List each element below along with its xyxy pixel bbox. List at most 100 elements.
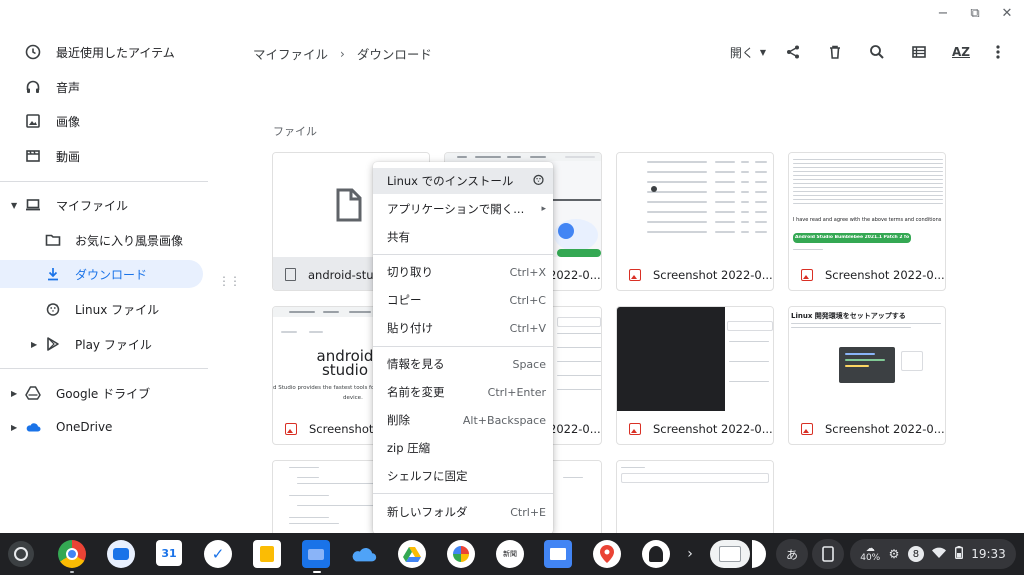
menu-item-pin-to-shelf[interactable]: シェルフに固定 — [373, 463, 553, 489]
news-app-icon[interactable]: 新聞 — [496, 540, 524, 568]
camera-app-icon[interactable] — [107, 540, 135, 568]
sort-button[interactable]: AZ — [940, 40, 982, 64]
breadcrumb-root[interactable]: マイファイル — [253, 44, 328, 63]
sidebar-item-linux-files[interactable]: Linux ファイル — [0, 295, 203, 323]
sidebar-item-images[interactable]: 画像 — [0, 107, 203, 135]
clock-icon — [25, 44, 41, 60]
list-view-icon — [912, 46, 926, 58]
file-card-footer: Screenshot 2022-0... — [789, 411, 945, 444]
sidebar-item-recent[interactable]: 最近使用したアイテム — [0, 38, 203, 66]
folder-icon — [45, 232, 61, 248]
phone-icon — [822, 546, 834, 562]
files-app-icon[interactable] — [302, 540, 330, 568]
open-button[interactable]: 開く ▼ — [724, 40, 772, 64]
menu-separator — [373, 254, 553, 255]
file-card[interactable]: Linux 開発環境をセットアップする Screenshot 2022-0... — [788, 306, 946, 445]
sidebar-item-google-drive[interactable]: ▶ Google ドライブ — [0, 379, 203, 407]
onedrive-app-icon[interactable] — [350, 540, 378, 568]
file-card[interactable] — [616, 460, 774, 533]
ime-indicator[interactable]: あ — [776, 539, 808, 569]
menu-item-shortcut: Ctrl+V — [509, 321, 546, 335]
delete-button[interactable] — [814, 40, 856, 64]
file-thumbnail: Linux 開発環境をセットアップする — [789, 307, 945, 411]
menu-item-paste[interactable]: 貼り付け Ctrl+V — [373, 315, 553, 341]
google-drive-app-icon[interactable] — [398, 540, 426, 568]
reader-app-icon[interactable] — [642, 540, 670, 568]
running-indicator — [313, 571, 321, 573]
battery-icon — [954, 546, 963, 562]
weather-battery-group: ☁ 40% — [860, 545, 880, 563]
menu-item-shortcut: Alt+Backspace — [462, 413, 546, 427]
thumb-terms-text: I have read and agree with the above ter… — [793, 217, 942, 223]
expand-right-icon[interactable]: ▶ — [11, 389, 17, 398]
sidebar-item-videos[interactable]: 動画 — [0, 142, 203, 170]
shelf-overflow-chevron-icon[interactable]: › — [676, 540, 704, 568]
photos-app-icon[interactable] — [447, 540, 475, 568]
status-tray[interactable]: ☁ 40% ⚙ 8 19:33 — [850, 539, 1016, 569]
file-card-footer: Screenshot 2022-0... — [617, 411, 773, 444]
menu-item-label: アプリケーションで開く... — [387, 202, 525, 216]
menu-item-copy[interactable]: コピー Ctrl+C — [373, 287, 553, 313]
tote-screenshot-icon[interactable] — [710, 540, 750, 568]
sidebar-item-downloads[interactable]: ダウンロード — [0, 260, 203, 288]
file-card[interactable]: Screenshot 2022-0... — [616, 306, 774, 445]
chevron-right-icon: › — [340, 46, 345, 61]
menu-item-rename[interactable]: 名前を変更 Ctrl+Enter — [373, 379, 553, 405]
menu-item-zip[interactable]: zip 圧縮 — [373, 435, 553, 461]
menu-item-label: コピー — [387, 293, 422, 307]
sidebar-item-my-files[interactable]: ▼ マイファイル — [0, 191, 203, 219]
sidebar-item-label: Play ファイル — [75, 337, 152, 352]
keep-app-icon[interactable] — [253, 540, 281, 568]
slides-app-icon[interactable] — [544, 540, 572, 568]
menu-item-label: 貼り付け — [387, 321, 433, 335]
section-label-files: ファイル — [273, 125, 317, 138]
phone-hub-button[interactable] — [812, 539, 844, 569]
menu-item-cut[interactable]: 切り取り Ctrl+X — [373, 259, 553, 285]
maximize-button[interactable]: ⧉ — [968, 6, 982, 21]
sidebar-item-onedrive[interactable]: ▶ OneDrive — [0, 413, 203, 441]
menu-item-get-info[interactable]: 情報を見る Space — [373, 351, 553, 377]
file-name: Screenshot 2022-0... — [825, 267, 945, 282]
menu-item-shortcut: Ctrl+Enter — [487, 385, 546, 399]
more-menu-button[interactable] — [982, 40, 1014, 64]
shelf: 31 ✓ 新聞 › あ ☁ 40% ⚙ 8 19:33 — [0, 533, 1024, 575]
tote-holding-icon[interactable] — [752, 540, 766, 568]
tasks-app-icon[interactable]: ✓ — [204, 540, 232, 568]
menu-item-delete[interactable]: 削除 Alt+Backspace — [373, 407, 553, 433]
onedrive-cloud-icon — [25, 419, 41, 435]
file-card[interactable]: Screenshot 2022-0... — [616, 152, 774, 291]
list-view-button[interactable] — [898, 40, 940, 64]
sidebar-item-label: Linux ファイル — [75, 302, 160, 317]
file-card[interactable]: I have read and agree with the above ter… — [788, 152, 946, 291]
sidebar-resize-handle[interactable]: ⋮⋮ — [218, 274, 241, 288]
menu-item-label: シェルフに固定 — [387, 469, 468, 483]
file-thumbnail — [617, 307, 773, 411]
sidebar-item-label: 画像 — [56, 114, 81, 129]
breadcrumb: マイファイル › ダウンロード — [253, 44, 432, 63]
expand-right-icon[interactable]: ▶ — [11, 423, 17, 432]
sidebar-item-label: お気に入り風景画像 — [75, 233, 184, 248]
launcher-button[interactable] — [8, 541, 34, 567]
menu-item-install-linux[interactable]: Linux でのインストール — [373, 168, 553, 194]
menu-item-share[interactable]: 共有 — [373, 224, 553, 250]
menu-item-open-with[interactable]: アプリケーションで開く... ▸ — [373, 196, 553, 222]
minimize-button[interactable]: − — [936, 6, 950, 21]
chrome-app-icon[interactable] — [58, 540, 86, 568]
menu-item-new-folder[interactable]: 新しいフォルダ Ctrl+E — [373, 499, 553, 525]
sidebar-item-favorites[interactable]: お気に入り風景画像 — [0, 226, 203, 254]
search-button[interactable] — [856, 40, 898, 64]
share-button[interactable] — [772, 40, 814, 64]
maps-app-icon[interactable] — [593, 540, 621, 568]
sidebar-item-play-files[interactable]: ▶ Play ファイル — [0, 330, 203, 358]
expand-right-icon[interactable]: ▶ — [31, 340, 37, 349]
calendar-app-icon[interactable]: 31 — [156, 540, 182, 566]
sidebar-item-audio[interactable]: 音声 — [0, 73, 203, 101]
breadcrumb-current[interactable]: ダウンロード — [357, 44, 432, 63]
expand-down-icon[interactable]: ▼ — [11, 201, 17, 210]
penguin-icon — [45, 301, 61, 317]
close-button[interactable]: ✕ — [1000, 6, 1014, 21]
sidebar-item-label: マイファイル — [56, 198, 129, 213]
thumb-brand-line2: studio — [321, 361, 369, 379]
file-card-footer: Screenshot 2022-0... — [789, 257, 945, 290]
file-name: Screenshot 2022-0... — [825, 421, 945, 436]
